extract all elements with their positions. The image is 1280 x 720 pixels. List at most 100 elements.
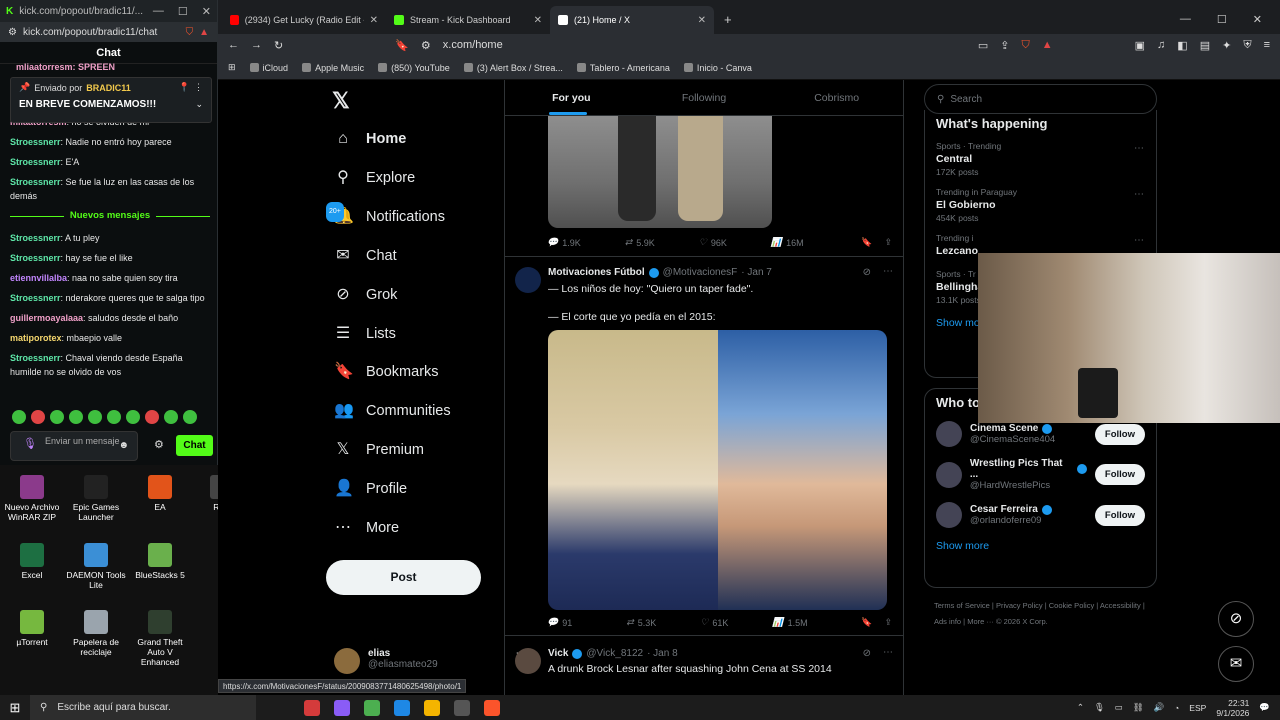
follow-name[interactable]: Cesar Ferreira bbox=[970, 504, 1038, 515]
desktop-icon[interactable]: Epic Games Launcher bbox=[64, 475, 128, 522]
copilot-icon[interactable] bbox=[334, 699, 350, 716]
notifications-icon[interactable]: 💬 bbox=[1259, 702, 1270, 713]
pinned-user[interactable]: BRADIC11 bbox=[86, 83, 131, 93]
views-button[interactable]: 📊 1.5M bbox=[772, 617, 807, 628]
bookmark-item[interactable]: Tablero - Americana bbox=[576, 63, 670, 73]
emote-icon[interactable] bbox=[69, 410, 83, 424]
chat-username[interactable]: matiporotex bbox=[10, 333, 62, 343]
record-app-icon[interactable] bbox=[304, 699, 320, 716]
language-indicator[interactable]: ESP bbox=[1189, 703, 1206, 713]
emote-icon[interactable] bbox=[12, 410, 26, 424]
follow-suggestion[interactable]: Wrestling Pics That ... @HardWrestlePics F… bbox=[925, 453, 1156, 497]
wallet-icon[interactable]: ▤ bbox=[1200, 39, 1210, 52]
reply-button[interactable]: 💬 91 bbox=[547, 617, 572, 628]
nav-lists[interactable]: ☰ Lists bbox=[334, 325, 396, 343]
post[interactable]: Vick @Vick_8122 · Jan 8 ⊘ ⋯ A drunk Broc… bbox=[505, 638, 903, 695]
close-tab-icon[interactable]: ✕ bbox=[698, 15, 706, 26]
more-icon[interactable]: ⋯ bbox=[1134, 189, 1144, 200]
emote-icon[interactable] bbox=[50, 410, 64, 424]
link-icon[interactable]: ⛓ bbox=[1133, 702, 1144, 713]
chat-username[interactable]: Stroessnerr bbox=[10, 157, 61, 167]
chat-username[interactable]: Stroessnerr bbox=[10, 253, 61, 263]
grok-fab-icon[interactable]: ⊘ bbox=[1218, 601, 1254, 637]
bookmark-page-icon[interactable]: 🔖 bbox=[395, 39, 409, 52]
maximize-icon[interactable]: ☐ bbox=[178, 5, 188, 18]
desktop-icon[interactable]: Grand Theft Auto V Enhanced bbox=[128, 610, 192, 667]
chevron-down-icon[interactable]: ⌄ bbox=[195, 99, 203, 110]
desktop-icon[interactable]: Papelera de reciclaje bbox=[64, 610, 128, 657]
clock[interactable]: 22:31 9/1/2026 bbox=[1216, 698, 1249, 718]
bookmark-item[interactable]: (3) Alert Box / Strea... bbox=[463, 63, 563, 73]
chevron-up-icon[interactable]: ⌃ bbox=[1077, 702, 1084, 713]
share-button[interactable]: ⇪ bbox=[884, 617, 892, 628]
post-media[interactable] bbox=[548, 116, 772, 228]
emote-icon[interactable] bbox=[183, 410, 197, 424]
like-button[interactable]: ♡ 61K bbox=[700, 617, 728, 628]
nav-chat[interactable]: ✉ Chat bbox=[334, 247, 396, 265]
repost-button[interactable]: ⇄ 5.9K bbox=[625, 237, 655, 248]
desktop-icon[interactable]: EA bbox=[128, 475, 192, 512]
show-more-link[interactable]: Show more bbox=[925, 534, 1156, 562]
avatar[interactable] bbox=[515, 648, 541, 674]
more-icon[interactable]: ⋯ bbox=[1134, 235, 1144, 246]
back-icon[interactable]: ← bbox=[228, 39, 239, 51]
account-switcher[interactable]: elias @eliasmateo29 ⋯ bbox=[334, 648, 526, 674]
more-icon[interactable]: ⋯ bbox=[883, 647, 893, 658]
chat-username[interactable]: Stroessnerr bbox=[10, 293, 61, 303]
post-handle[interactable]: @Vick_8122 bbox=[586, 648, 643, 659]
grok-icon[interactable]: ⊘ bbox=[863, 648, 871, 659]
nav-more[interactable]: ⋯ More bbox=[334, 519, 399, 537]
sidebar-icon[interactable]: ▣ bbox=[1135, 39, 1145, 52]
menu-icon[interactable]: ≡ bbox=[1264, 39, 1270, 51]
panel-icon[interactable]: ◧ bbox=[1177, 39, 1187, 52]
mic-icon[interactable]: 🎙 bbox=[23, 439, 37, 450]
views-button[interactable]: 📊 16M bbox=[771, 237, 804, 248]
follow-suggestion[interactable]: Cesar Ferreira @orlandoferre09 Follow bbox=[925, 497, 1156, 534]
bookmark-item[interactable]: Apple Music bbox=[302, 63, 364, 73]
bookmark-button[interactable]: 🔖 bbox=[861, 237, 872, 248]
share-button[interactable]: ⇪ bbox=[884, 237, 892, 248]
nav-communities[interactable]: 👥 Communities bbox=[334, 402, 451, 420]
tab-for-you[interactable]: For you bbox=[505, 80, 638, 115]
edge-icon[interactable] bbox=[394, 699, 410, 716]
windows-start-icon[interactable]: ⊞ bbox=[0, 700, 30, 716]
pinned-message[interactable]: 📌 Enviado por BRADIC11 📍 ⋮ EN BREVE COME… bbox=[10, 77, 212, 123]
nav-notifications[interactable]: 🔔 20+ Notifications bbox=[326, 201, 445, 226]
nav-home[interactable]: ⌂ Home bbox=[334, 130, 406, 148]
post-author[interactable]: Vick bbox=[548, 648, 568, 659]
post-handle[interactable]: @MotivacionesF bbox=[663, 267, 738, 278]
minimize-icon[interactable]: — bbox=[1180, 13, 1191, 26]
brave-icon[interactable] bbox=[484, 699, 500, 716]
browser-tab[interactable]: (2934) Get Lucky (Radio Edit - fea ✕ bbox=[222, 6, 386, 34]
close-tab-icon[interactable]: ✕ bbox=[370, 15, 378, 26]
x-logo-icon[interactable]: 𝕏 bbox=[332, 88, 350, 114]
repost-button[interactable]: ⇄ 5.3K bbox=[626, 617, 656, 628]
browser-tab[interactable]: Stream - Kick Dashboard ✕ bbox=[386, 6, 550, 34]
chat-username[interactable]: Stroessnerr bbox=[10, 137, 61, 147]
post-date[interactable]: · Jan 7 bbox=[741, 267, 772, 278]
brave-shield-icon[interactable]: ⛉ bbox=[1022, 39, 1030, 52]
tab-following[interactable]: Following bbox=[638, 80, 771, 115]
messages-fab-icon[interactable]: ✉ bbox=[1218, 646, 1254, 682]
avatar[interactable] bbox=[936, 461, 962, 488]
pin-toggle-icon[interactable]: 📍 bbox=[179, 82, 190, 93]
chat-username[interactable]: guillermoayalaaa bbox=[10, 313, 83, 323]
cast-icon[interactable]: ▭ bbox=[978, 39, 988, 52]
avatar[interactable] bbox=[936, 421, 962, 447]
site-info-icon[interactable]: ⚙ bbox=[421, 39, 431, 52]
vpn-icon[interactable]: ⛨ bbox=[1243, 39, 1251, 52]
kick-url-bar[interactable]: ⚙ kick.com/popout/bradic11/chat ⛉ ▲ bbox=[0, 22, 217, 42]
post-button[interactable]: Post bbox=[326, 560, 481, 595]
apps-grid-icon[interactable]: ⊞ bbox=[228, 62, 236, 73]
emote-icon[interactable] bbox=[31, 410, 45, 424]
obs-icon[interactable] bbox=[454, 699, 470, 716]
close-icon[interactable]: ✕ bbox=[1253, 13, 1262, 26]
taskbar-search[interactable]: ⚲ Escribe aquí para buscar. bbox=[30, 695, 256, 720]
gear-icon[interactable]: ⚙ bbox=[154, 438, 164, 451]
post[interactable]: Motivaciones Fútbol @MotivacionesF · Jan… bbox=[505, 256, 903, 636]
share-icon[interactable]: ⇪ bbox=[1000, 39, 1009, 52]
trend-item[interactable]: Trending in Paraguay El Gobierno 454K post… bbox=[925, 183, 1156, 229]
chrome-icon[interactable] bbox=[364, 699, 380, 716]
follow-button[interactable]: Follow bbox=[1094, 504, 1145, 526]
file-explorer-icon[interactable] bbox=[424, 699, 440, 716]
